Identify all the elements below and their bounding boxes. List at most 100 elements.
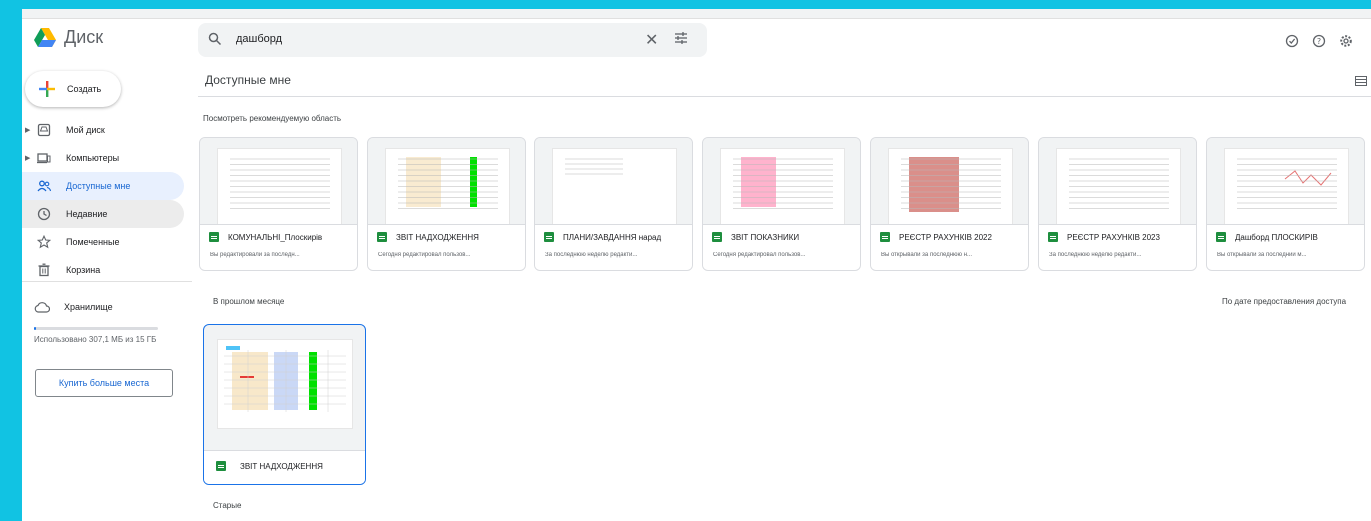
search-icon[interactable] <box>208 32 222 46</box>
file-thumbnail <box>368 138 525 226</box>
clock-icon <box>37 207 51 221</box>
file-name: ЗВІТ НАДХОДЖЕННЯ <box>240 462 323 471</box>
google-sheets-icon <box>1048 232 1058 242</box>
drive-window: Диск ✕ ? <box>22 9 1371 521</box>
sidebar-item-recent[interactable]: Недавние <box>22 200 184 228</box>
file-card[interactable]: ЗВІТ ПОКАЗНИКИ Сегодня редактировал польз… <box>702 137 861 271</box>
file-card-info: РЕЄСТР РАХУНКІВ 2022 Вы открывали за посл… <box>871 224 1028 270</box>
search-bar[interactable]: ✕ <box>198 23 707 57</box>
cloud-icon <box>34 302 50 313</box>
sidebar-item-computers[interactable]: ▶ Компьютеры <box>22 144 192 172</box>
file-card-info: КОМУНАЛЬНІ_Плоскирів Вы редактировали за … <box>200 224 357 270</box>
thumbnail-page <box>1224 148 1349 226</box>
title-divider <box>198 96 1371 97</box>
shared-users-icon <box>37 180 51 192</box>
page-title: Доступные мне <box>205 73 291 87</box>
header: Диск ✕ ? <box>22 19 1371 61</box>
buy-storage-button[interactable]: Купить больше места <box>35 369 173 397</box>
drive-logo[interactable]: Диск <box>34 27 103 48</box>
file-card[interactable]: Дашборд ПЛОСКИРІВ Вы открывали за последн… <box>1206 137 1365 271</box>
file-thumbnail <box>1207 138 1364 226</box>
sidebar-item-storage[interactable]: Хранилище <box>34 301 113 313</box>
file-name: ЗВІТ ПОКАЗНИКИ <box>731 233 800 242</box>
google-sheets-icon <box>209 232 219 242</box>
file-card[interactable]: РЕЄСТР РАХУНКІВ 2022 Вы открывали за посл… <box>870 137 1029 271</box>
svg-text:?: ? <box>1317 37 1321 46</box>
thumbnail-page <box>217 148 342 226</box>
thumbnail-page <box>888 148 1013 226</box>
file-activity: За последнюю неделю редакти... <box>1049 252 1142 258</box>
spreadsheet-preview <box>733 157 833 209</box>
file-activity: Сегодня редактировал пользов... <box>378 252 471 258</box>
plus-icon <box>39 81 55 97</box>
thumbnail-page <box>385 148 510 226</box>
file-thumbnail <box>217 339 353 429</box>
clear-search-icon[interactable]: ✕ <box>645 30 658 50</box>
sidebar-item-label: Доступные мне <box>66 181 131 191</box>
storage-used-text: Использовано 307,1 МБ из 15 ГБ <box>34 335 157 344</box>
google-sheets-icon <box>544 232 554 242</box>
sidebar-item-label: Помеченные <box>66 237 120 247</box>
storage-usage-fill <box>34 327 37 330</box>
sidebar-item-label: Недавние <box>66 209 108 219</box>
google-sheets-icon <box>377 232 387 242</box>
file-name: Дашборд ПЛОСКИРІВ <box>1235 233 1318 242</box>
expand-caret-icon[interactable]: ▶ <box>25 154 30 162</box>
spreadsheet-preview <box>398 157 498 209</box>
file-card[interactable]: ЗВІТ НАДХОДЖЕННЯ Сегодня редактировал пол… <box>367 137 526 271</box>
section-heading-older: Старые <box>213 501 242 510</box>
spreadsheet-preview <box>1237 158 1337 209</box>
file-card-info: Дашборд ПЛОСКИРІВ Вы открывали за последн… <box>1207 224 1364 270</box>
sidebar-item-starred[interactable]: Помеченные <box>22 228 192 256</box>
grid-view-toggle-icon[interactable] <box>1355 76 1367 86</box>
file-card[interactable]: РЕЄСТР РАХУНКІВ 2023 За последнюю неделю … <box>1038 137 1197 271</box>
drive-logo-icon <box>34 28 56 47</box>
sidebar-item-label: Мой диск <box>66 125 105 135</box>
spreadsheet-preview <box>901 157 1001 212</box>
settings-gear-icon[interactable] <box>1339 34 1353 48</box>
sidebar-divider <box>22 281 192 282</box>
thumbnail-page <box>720 148 845 226</box>
spreadsheet-preview <box>565 158 623 175</box>
spreadsheet-preview <box>1069 158 1169 209</box>
section-heading-last-month: В прошлом месяце <box>213 297 285 306</box>
storage-label: Хранилище <box>64 302 113 312</box>
thumbnail-page <box>1056 148 1181 226</box>
trash-icon <box>38 263 50 277</box>
file-card-info: ЗВІТ НАДХОДЖЕННЯ <box>204 450 365 484</box>
search-options-icon[interactable] <box>674 31 688 45</box>
thumbnail-page <box>552 148 677 226</box>
expand-caret-icon[interactable]: ▶ <box>25 126 30 134</box>
sort-by-button[interactable]: По дате предоставления доступа <box>1222 297 1346 306</box>
storage-usage-bar <box>34 327 158 330</box>
file-card[interactable]: ЗВІТ НАДХОДЖЕННЯ <box>203 324 366 485</box>
google-sheets-icon <box>880 232 890 242</box>
file-card[interactable]: ПЛАНИ/ЗАВДАННЯ нарад За последнюю неделю … <box>534 137 693 271</box>
file-name: РЕЄСТР РАХУНКІВ 2022 <box>899 233 992 242</box>
sidebar-item-trash[interactable]: Корзина <box>22 256 192 284</box>
google-sheets-icon <box>712 232 722 242</box>
suggested-section-label[interactable]: Посмотреть рекомендуемую область <box>203 114 341 123</box>
sidebar-item-my-drive[interactable]: ▶ Мой диск <box>22 116 192 144</box>
google-sheets-icon <box>216 461 226 471</box>
file-thumbnail <box>1039 138 1196 226</box>
help-icon[interactable]: ? <box>1312 34 1326 48</box>
create-button-label: Создать <box>67 84 102 94</box>
file-name: РЕЄСТР РАХУНКІВ 2023 <box>1067 233 1160 242</box>
file-name: ЗВІТ НАДХОДЖЕННЯ <box>396 233 479 242</box>
file-activity: Вы открывали за последний м... <box>1217 252 1307 258</box>
file-card[interactable]: КОМУНАЛЬНІ_Плоскирів Вы редактировали за … <box>199 137 358 271</box>
file-card-info: ПЛАНИ/ЗАВДАННЯ нарад За последнюю неделю … <box>535 224 692 270</box>
create-button[interactable]: Создать <box>25 71 121 107</box>
file-activity: Сегодня редактировал пользов... <box>713 252 806 258</box>
file-thumbnail <box>535 138 692 226</box>
file-thumbnail <box>703 138 860 226</box>
search-input[interactable] <box>234 32 618 46</box>
my-drive-icon <box>37 123 51 137</box>
offline-status-icon[interactable] <box>1285 34 1299 48</box>
sidebar-nav: ▶ Мой диск ▶ Компьютеры Доступные мне Не… <box>22 116 192 284</box>
sidebar-item-shared-with-me[interactable]: Доступные мне <box>22 172 184 200</box>
app-name: Диск <box>64 27 104 47</box>
computers-icon <box>37 153 51 164</box>
file-card-info: ЗВІТ НАДХОДЖЕННЯ Сегодня редактировал пол… <box>368 224 525 270</box>
